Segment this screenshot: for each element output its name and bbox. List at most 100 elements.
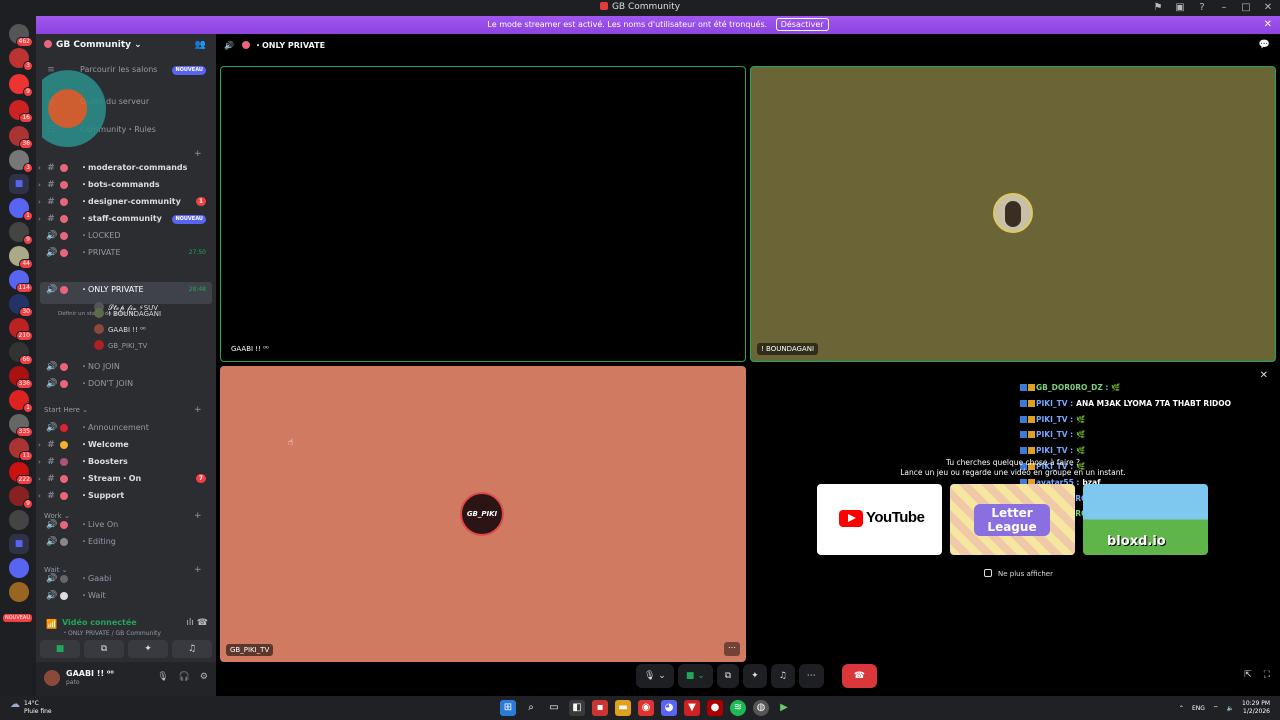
camera-toggle-button[interactable]: ■ ⌄ (677, 664, 713, 688)
camera-button[interactable]: ■ (40, 640, 80, 658)
weather-widget[interactable]: 14°C Pluie fine (10, 700, 52, 716)
chat-icon[interactable]: 💬 (1259, 40, 1270, 50)
app-icon[interactable]: ◍ (753, 700, 769, 716)
maximize-button[interactable]: □ (1240, 2, 1252, 14)
server-folder-icon[interactable]: ■ (9, 534, 29, 554)
server-icon[interactable] (9, 558, 29, 578)
app-icon[interactable]: ● (707, 700, 723, 716)
folder-icon[interactable]: ▬ (615, 700, 631, 716)
wait-channel[interactable]: 🔊 ・Gaabi (40, 571, 212, 587)
fullscreen-icon[interactable]: ⛶ (1264, 670, 1270, 680)
discord-icon[interactable]: ◕ (661, 700, 677, 716)
channel-7[interactable]: 🔊 ・NO JOIN (40, 359, 212, 375)
activity-card-letter-league[interactable]: Letter League (950, 484, 1075, 555)
server-icon[interactable]: 9 (9, 222, 33, 245)
activities-button[interactable]: ✦ (743, 664, 767, 688)
app-icon[interactable]: ◧ (569, 700, 585, 716)
channel-0[interactable]: # › ・moderator-commands (38, 160, 212, 176)
video-tile-gaabi[interactable]: GAABI !! ⁰⁰ (220, 66, 746, 362)
disable-streamer-button[interactable]: Désactiver (775, 18, 829, 31)
activity-card-bloxd[interactable]: bloxd.io (1083, 484, 1208, 555)
start-here-channel[interactable]: 🔊 ・Announcement (40, 420, 212, 436)
server-icon[interactable]: 36 (9, 126, 33, 149)
browser-icon[interactable]: ◉ (638, 700, 654, 716)
chevron-up-icon[interactable]: ⌃ (1179, 705, 1184, 712)
server-icon[interactable]: 3 (9, 150, 33, 173)
headset-icon[interactable]: 🎧 (179, 672, 190, 682)
microphone-button[interactable]: 🎙 ⌄ (636, 664, 674, 688)
wifi-icon[interactable]: ⌔ (1213, 704, 1219, 712)
task-view-icon[interactable]: ▭ (546, 700, 562, 716)
noise-suppression-icon[interactable]: ılı ☎ (186, 618, 208, 628)
pin-icon[interactable]: ⚑ (1152, 2, 1164, 14)
inbox-icon[interactable]: ▣ (1174, 2, 1186, 14)
server-icon[interactable]: 210 (9, 318, 33, 341)
server-icon[interactable]: 222 (9, 462, 33, 485)
voice-user-boundagani[interactable]: ! BOUNDAGANI (94, 308, 161, 320)
app-icon[interactable]: ▼ (684, 700, 700, 716)
server-icon[interactable]: 336 (9, 366, 33, 389)
voice-user-gaabi[interactable]: GAABI !! ⁰⁰■ (94, 324, 225, 336)
server-icon[interactable]: 9 (9, 74, 33, 97)
spotify-icon[interactable]: ≋ (730, 700, 746, 716)
server-icon[interactable] (9, 510, 29, 530)
voice-status-location[interactable]: ・ONLY PRIVATE / GB Community (62, 628, 161, 637)
screen-share-button[interactable]: ⧉ (84, 640, 124, 658)
server-icon[interactable]: 335 (9, 414, 33, 437)
language-indicator[interactable]: ENG (1192, 705, 1205, 712)
server-icon[interactable]: 30 (9, 294, 33, 317)
server-icon[interactable]: 462 (9, 24, 33, 47)
start-here-channel[interactable]: # › ・Welcome (38, 437, 212, 453)
channel-8[interactable]: 🔊 ・DON'T JOIN (40, 376, 212, 392)
server-icon[interactable]: 3 (9, 48, 33, 71)
video-tile-piki[interactable]: GB_PIKI ☝ GB_PIKI_TV ⋯ (220, 366, 746, 662)
channel-5[interactable]: 🔊 ・PRIVATE 27:50 (40, 245, 212, 261)
voice-user-piki[interactable]: GB_PIKI_TV (94, 340, 147, 352)
activities-button[interactable]: ✦ (128, 640, 168, 658)
channel-3[interactable]: # › ・staff-community NOUVEAU (38, 211, 212, 227)
server-icon[interactable]: 44 (9, 246, 33, 269)
voice-status-title[interactable]: Vidéo connectée (62, 618, 137, 627)
add-channel-icon[interactable]: + (194, 149, 202, 159)
wait-channel[interactable]: 🔊 ・Wait (40, 588, 212, 604)
server-folder-icon[interactable]: ■ (9, 174, 29, 194)
start-here-channel[interactable]: # › ・Stream・On 7 (38, 471, 212, 487)
activity-card-youtube[interactable]: YouTube (817, 484, 942, 555)
guild-header[interactable]: GB Community ⌄ 👥 (36, 34, 216, 58)
user-name[interactable]: GAABI !! ⁰⁰ (66, 669, 114, 678)
checkbox[interactable] (984, 569, 992, 577)
server-icon[interactable]: 114 (9, 270, 33, 293)
server-icon[interactable] (9, 582, 29, 602)
close-banner-icon[interactable]: ✕ (1264, 16, 1272, 34)
volume-icon[interactable]: 🔈 (1227, 705, 1234, 712)
server-icon[interactable]: 1 (9, 198, 33, 221)
more-icon[interactable]: ⋯ (798, 664, 824, 688)
server-icon[interactable]: 11 (9, 438, 33, 461)
start-here-channel[interactable]: # › ・Support (38, 488, 212, 504)
search-icon[interactable]: ⌕ (523, 700, 539, 716)
dont-show-again[interactable]: Ne plus afficher (984, 569, 1053, 578)
minimize-button[interactable]: – (1218, 2, 1230, 14)
video-tile-boundagani[interactable]: ! BOUNDAGANI (750, 66, 1276, 362)
server-icon[interactable]: 16 (9, 100, 33, 123)
invite-people-icon[interactable]: 👥 (195, 40, 206, 50)
app-icon[interactable]: ▪ (592, 700, 608, 716)
help-icon[interactable]: ? (1196, 2, 1208, 14)
soundboard-button[interactable]: ♫ (770, 664, 795, 688)
soundboard-button[interactable]: ♫ (172, 640, 212, 658)
server-icon[interactable]: 66 (9, 342, 33, 365)
settings-gear-icon[interactable]: ⚙ (200, 672, 208, 682)
channel-4[interactable]: 🔊 ・LOCKED (40, 228, 212, 244)
popout-icon[interactable]: ⇱ (1244, 670, 1252, 680)
more-options-icon[interactable]: ⋯ (724, 642, 740, 656)
work-channel[interactable]: 🔊 ・Editing (40, 534, 212, 550)
start-here-channel[interactable]: # › ・Boosters (38, 454, 212, 470)
app-icon[interactable]: ▶ (776, 700, 792, 716)
channel-1[interactable]: # › ・bots-commands (38, 177, 212, 193)
server-icon[interactable]: 9 (9, 486, 33, 509)
server-icon[interactable]: 1 (9, 390, 33, 413)
clock[interactable]: 10:29 PM 1/2/2026 (1242, 700, 1270, 716)
avatar[interactable] (44, 670, 60, 686)
start-icon[interactable]: ⊞ (500, 700, 516, 716)
microphone-icon[interactable]: 🎙 (157, 672, 168, 682)
